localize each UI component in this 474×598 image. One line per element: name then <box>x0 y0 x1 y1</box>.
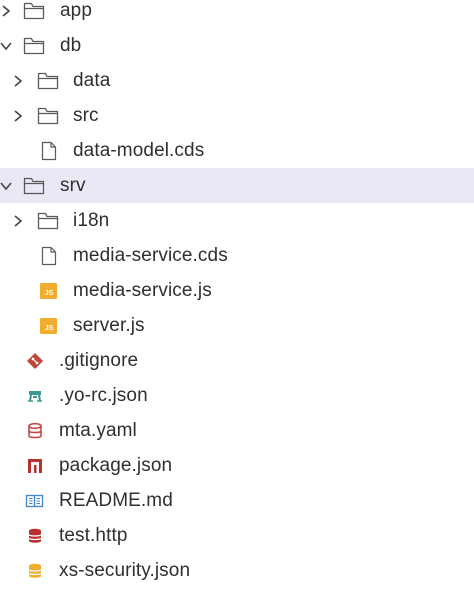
folder-icon <box>23 176 45 196</box>
tree-item-label: db <box>60 34 82 56</box>
folder-icon <box>37 71 59 91</box>
tree-item-label: srv <box>60 174 86 196</box>
tree-item-media-service-cds[interactable]: media-service.cds <box>0 238 474 273</box>
tree-item-server-js[interactable]: JS server.js <box>0 308 474 343</box>
folder-icon <box>37 211 59 231</box>
chevron-right-icon[interactable] <box>11 109 25 123</box>
svg-text:JS: JS <box>45 325 54 332</box>
tree-item-label: i18n <box>73 209 110 231</box>
tree-item-readme-md[interactable]: README.md <box>0 483 474 518</box>
database-icon <box>24 421 46 441</box>
tree-item-srv[interactable]: srv <box>0 168 474 203</box>
tree-item-label: package.json <box>59 454 173 476</box>
tree-item-label: media-service.js <box>73 279 212 301</box>
tree-item-src[interactable]: src <box>0 98 474 133</box>
svg-text:JS: JS <box>45 290 54 297</box>
tree-item-label: README.md <box>59 489 173 511</box>
tree-item-label: media-service.cds <box>73 244 228 266</box>
tree-item-label: xs-security.json <box>59 559 191 581</box>
tree-item-label: .yo-rc.json <box>59 384 148 406</box>
chevron-right-icon[interactable] <box>11 214 25 228</box>
file-explorer-tree: app db data src data-model.cds srv i18n … <box>0 0 474 598</box>
folder-icon <box>23 1 45 21</box>
tree-item-label: server.js <box>73 314 145 336</box>
npm-icon <box>24 456 46 476</box>
tree-item-xs-security-json[interactable]: xs-security.json <box>0 553 474 588</box>
tree-item-label: .gitignore <box>59 349 139 371</box>
git-icon <box>24 351 46 371</box>
tree-item-label: app <box>60 0 93 21</box>
yeoman-icon <box>24 386 46 406</box>
readme-icon <box>24 491 46 511</box>
js-icon: JS <box>38 281 60 301</box>
chevron-right-icon[interactable] <box>11 74 25 88</box>
file-icon <box>38 141 60 161</box>
tree-item-label: data <box>73 69 111 91</box>
tree-item-label: data-model.cds <box>73 139 205 161</box>
file-icon <box>38 246 60 266</box>
tree-item-db[interactable]: db <box>0 28 474 63</box>
chevron-down-icon[interactable] <box>0 39 13 53</box>
folder-icon <box>37 106 59 126</box>
tree-item-label: src <box>73 104 99 126</box>
js-icon: JS <box>38 316 60 336</box>
tree-item-label: test.http <box>59 524 128 546</box>
tree-item-media-service-js[interactable]: JS media-service.js <box>0 273 474 308</box>
tree-item-i18n[interactable]: i18n <box>0 203 474 238</box>
chevron-down-icon[interactable] <box>0 179 13 193</box>
security-icon <box>24 561 46 581</box>
tree-item-package-json[interactable]: package.json <box>0 448 474 483</box>
chevron-right-icon[interactable] <box>0 4 13 18</box>
tree-item-test-http[interactable]: test.http <box>0 518 474 553</box>
tree-item-gitignore[interactable]: .gitignore <box>0 343 474 378</box>
http-icon <box>24 526 46 546</box>
tree-item-data-model-cds[interactable]: data-model.cds <box>0 133 474 168</box>
tree-item-app[interactable]: app <box>0 0 474 28</box>
tree-item-mta-yaml[interactable]: mta.yaml <box>0 413 474 448</box>
tree-item-yo-rc-json[interactable]: .yo-rc.json <box>0 378 474 413</box>
tree-item-label: mta.yaml <box>59 419 137 441</box>
tree-item-data[interactable]: data <box>0 63 474 98</box>
folder-icon <box>23 36 45 56</box>
